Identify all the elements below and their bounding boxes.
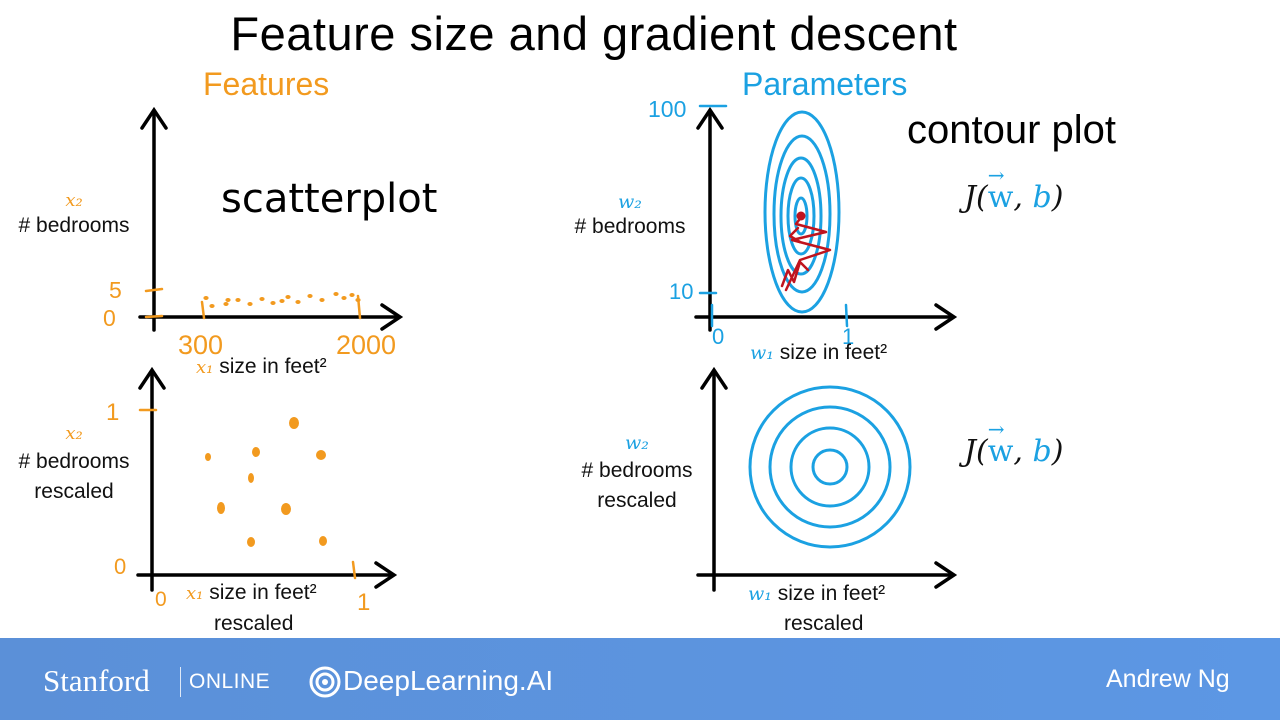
parameters-bottom-x-label: w₁ size in feet² rescaled bbox=[748, 579, 928, 639]
features-bottom-x-label: x₁ size in feet² rescaled bbox=[186, 578, 356, 639]
features-top-y-text: # bedrooms bbox=[18, 214, 130, 237]
features-bottom-y-var: x₂ bbox=[65, 423, 83, 444]
features-bottom-x-text-1: size in feet² bbox=[209, 581, 317, 604]
features-bottom-x-text-2: rescaled bbox=[214, 612, 294, 635]
parameters-top-x-text: size in feet² bbox=[779, 341, 888, 364]
parameters-top-y-text: # bedrooms bbox=[574, 215, 686, 238]
parameters-bottom-y-text-1: # bedrooms bbox=[581, 459, 693, 482]
diagram-canvas: scatterplot 5 0 300 2000 1 0 0 1 100 10 bbox=[103, 96, 1116, 616]
scatter-point bbox=[247, 302, 253, 306]
features-bottom-x-var: x₁ bbox=[186, 583, 204, 604]
parameters-top-ytick-10: 10 bbox=[669, 279, 693, 304]
stanford-logo: Stanford bbox=[43, 663, 150, 698]
features-bottom-xtick-0: 0 bbox=[155, 588, 167, 611]
scatter-point bbox=[295, 300, 301, 304]
scatter-point bbox=[289, 417, 299, 429]
parameters-top-ytick-100: 100 bbox=[648, 96, 686, 122]
features-top-x-var: x₁ bbox=[196, 357, 214, 378]
scatter-point bbox=[333, 292, 339, 296]
contour-circle bbox=[748, 385, 912, 549]
features-top-y-label: x₂ # bedrooms bbox=[8, 188, 140, 239]
scatter-point bbox=[319, 298, 325, 302]
parameters-bottom-contours bbox=[748, 385, 912, 549]
parameters-top-xtick-0: 0 bbox=[712, 324, 724, 349]
scatter-point bbox=[205, 453, 211, 461]
contour-circle bbox=[789, 426, 871, 508]
parameters-bottom-y-text-2: rescaled bbox=[597, 489, 677, 512]
gradient-descent-minimum bbox=[796, 211, 806, 221]
scatter-point bbox=[259, 297, 265, 301]
scatter-point bbox=[247, 537, 255, 547]
deeplearning-text: DeepLearning.AI bbox=[343, 665, 554, 696]
contour-circle bbox=[768, 405, 892, 529]
deeplearning-logo-icon bbox=[309, 666, 341, 698]
cost-function-bottom: J(w, b) bbox=[964, 434, 1063, 469]
parameters-top-x-label: w₁ size in feet² bbox=[750, 338, 920, 368]
cost-function-top: J(w, b) bbox=[964, 180, 1063, 215]
features-top-points bbox=[203, 292, 361, 308]
features-bottom-xtick-1: 1 bbox=[357, 589, 370, 616]
author-name: Andrew Ng bbox=[1106, 665, 1230, 693]
scatter-point bbox=[281, 503, 291, 515]
scatter-point bbox=[223, 302, 229, 306]
parameters-top-y-label: w₂ # bedrooms bbox=[562, 190, 698, 240]
parameters-top-x-var: w₁ bbox=[750, 342, 774, 364]
features-top-x-text: size in feet² bbox=[219, 355, 327, 378]
parameters-bottom-x-text-2: rescaled bbox=[784, 612, 864, 635]
features-bottom-y-text-2: rescaled bbox=[34, 480, 114, 503]
parameters-bottom-y-label: w₂ # bedrooms rescaled bbox=[572, 430, 702, 516]
scatter-point bbox=[285, 295, 291, 299]
scatterplot-annotation: scatterplot bbox=[221, 176, 437, 222]
parameters-bottom-x-var: w₁ bbox=[748, 583, 772, 605]
features-bottom-points bbox=[205, 417, 327, 547]
scatter-point bbox=[203, 296, 209, 300]
features-bottom-y-text-1: # bedrooms bbox=[18, 450, 130, 473]
scatter-point bbox=[235, 298, 241, 302]
parameters-top-y-var: w₂ bbox=[618, 191, 642, 213]
features-bottom-ytick-0: 0 bbox=[114, 554, 126, 579]
scatter-point bbox=[248, 473, 254, 483]
scatter-point bbox=[341, 296, 347, 300]
parameters-bottom-y-var: w₂ bbox=[625, 432, 649, 454]
features-top-x-label: x₁ size in feet² bbox=[196, 352, 366, 383]
features-bottom-axes bbox=[136, 366, 398, 592]
contour-plot-annotation: contour plot bbox=[907, 108, 1116, 152]
scatter-point bbox=[217, 502, 225, 514]
features-top-ytick-0: 0 bbox=[103, 305, 116, 331]
scatter-point bbox=[319, 536, 327, 546]
scatter-point bbox=[349, 293, 355, 297]
scatter-point bbox=[355, 298, 361, 302]
features-bottom-y-label: x₂ # bedrooms rescaled bbox=[8, 420, 140, 507]
parameters-bottom-axes bbox=[696, 366, 958, 592]
features-top-y-var: x₂ bbox=[65, 190, 83, 211]
contour-circle bbox=[811, 448, 849, 486]
scatter-point bbox=[279, 299, 285, 303]
scatter-point bbox=[316, 450, 326, 460]
scatter-point bbox=[225, 298, 231, 302]
scatter-point bbox=[209, 304, 215, 308]
scatter-point bbox=[307, 294, 313, 298]
scatter-point bbox=[270, 301, 276, 305]
online-label: ONLINE bbox=[180, 667, 270, 697]
scatter-point bbox=[252, 447, 260, 457]
parameters-bottom-x-text-1: size in feet² bbox=[777, 582, 886, 605]
features-top-ytick-5: 5 bbox=[109, 277, 122, 303]
